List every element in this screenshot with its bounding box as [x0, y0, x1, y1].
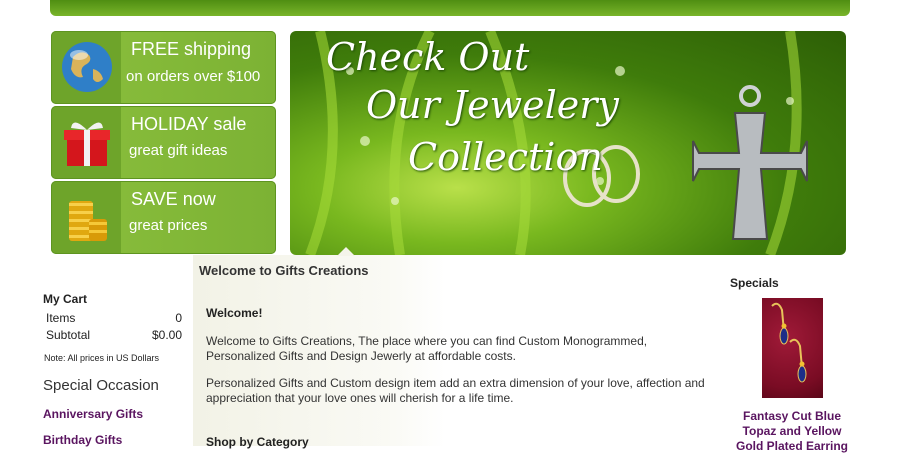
cart-items-value: 0 [175, 311, 182, 325]
intro-paragraph: Welcome to Gifts Creations, The place wh… [206, 334, 648, 363]
product-image[interactable] [762, 298, 823, 398]
sidebar-link-birthday-gifts[interactable]: Birthday Gifts [43, 433, 122, 447]
promo-line1: SAVE now [131, 189, 216, 209]
cart-subtotal-label: Subtotal [46, 328, 91, 342]
page-title: Welcome to Gifts Creations [199, 263, 369, 278]
jewelry-banner[interactable]: Check Out Our Jewelery Collection [290, 31, 846, 255]
banner-line1: Check Out [326, 35, 530, 79]
cart-subtotal-value: $0.00 [151, 328, 182, 342]
gift-icon [64, 122, 110, 166]
shop-by-category-heading: Shop by Category [206, 435, 309, 449]
pointer-arrow [337, 247, 355, 256]
cart-subtotal-row: Subtotal $0.00 [46, 328, 182, 342]
intro-paragraph-2: Personalized Gifts and Custom design ite… [206, 376, 705, 405]
promo-line2: great gift ideas [129, 142, 228, 159]
promo-save-now[interactable]: SAVE now great prices [51, 181, 276, 254]
promo-line1: HOLIDAY sale [131, 114, 247, 134]
banner-line3: Collection [408, 135, 603, 179]
special-occasion-heading: Special Occasion [43, 377, 159, 394]
cart-items-row: Items 0 [46, 311, 182, 325]
promo-free-shipping[interactable]: FREE shipping on orders over $100 [51, 31, 276, 104]
coins-icon [69, 201, 107, 241]
promo-holiday-sale[interactable]: HOLIDAY sale great gift ideas [51, 106, 276, 179]
cart-items-label: Items [46, 311, 76, 325]
price-note: Note: All prices in US Dollars [44, 353, 160, 363]
top-nav-bar [50, 0, 850, 16]
cart-title[interactable]: My Cart [43, 292, 87, 306]
banner-line2: Our Jewelery [366, 83, 619, 127]
product-name-link[interactable]: Fantasy Cut Blue Topaz and Yellow Gold P… [733, 409, 851, 454]
earring-icon [771, 302, 807, 383]
promo-line1: FREE shipping [131, 39, 252, 59]
welcome-heading: Welcome! [206, 306, 263, 320]
sidebar-link-anniversary-gifts[interactable]: Anniversary Gifts [43, 407, 143, 421]
promo-line2: great prices [129, 217, 208, 234]
cross-pendant-icon [692, 85, 808, 240]
globe-icon [62, 42, 112, 92]
specials-heading: Specials [730, 276, 779, 290]
promo-line2: on orders over $100 [126, 68, 261, 85]
